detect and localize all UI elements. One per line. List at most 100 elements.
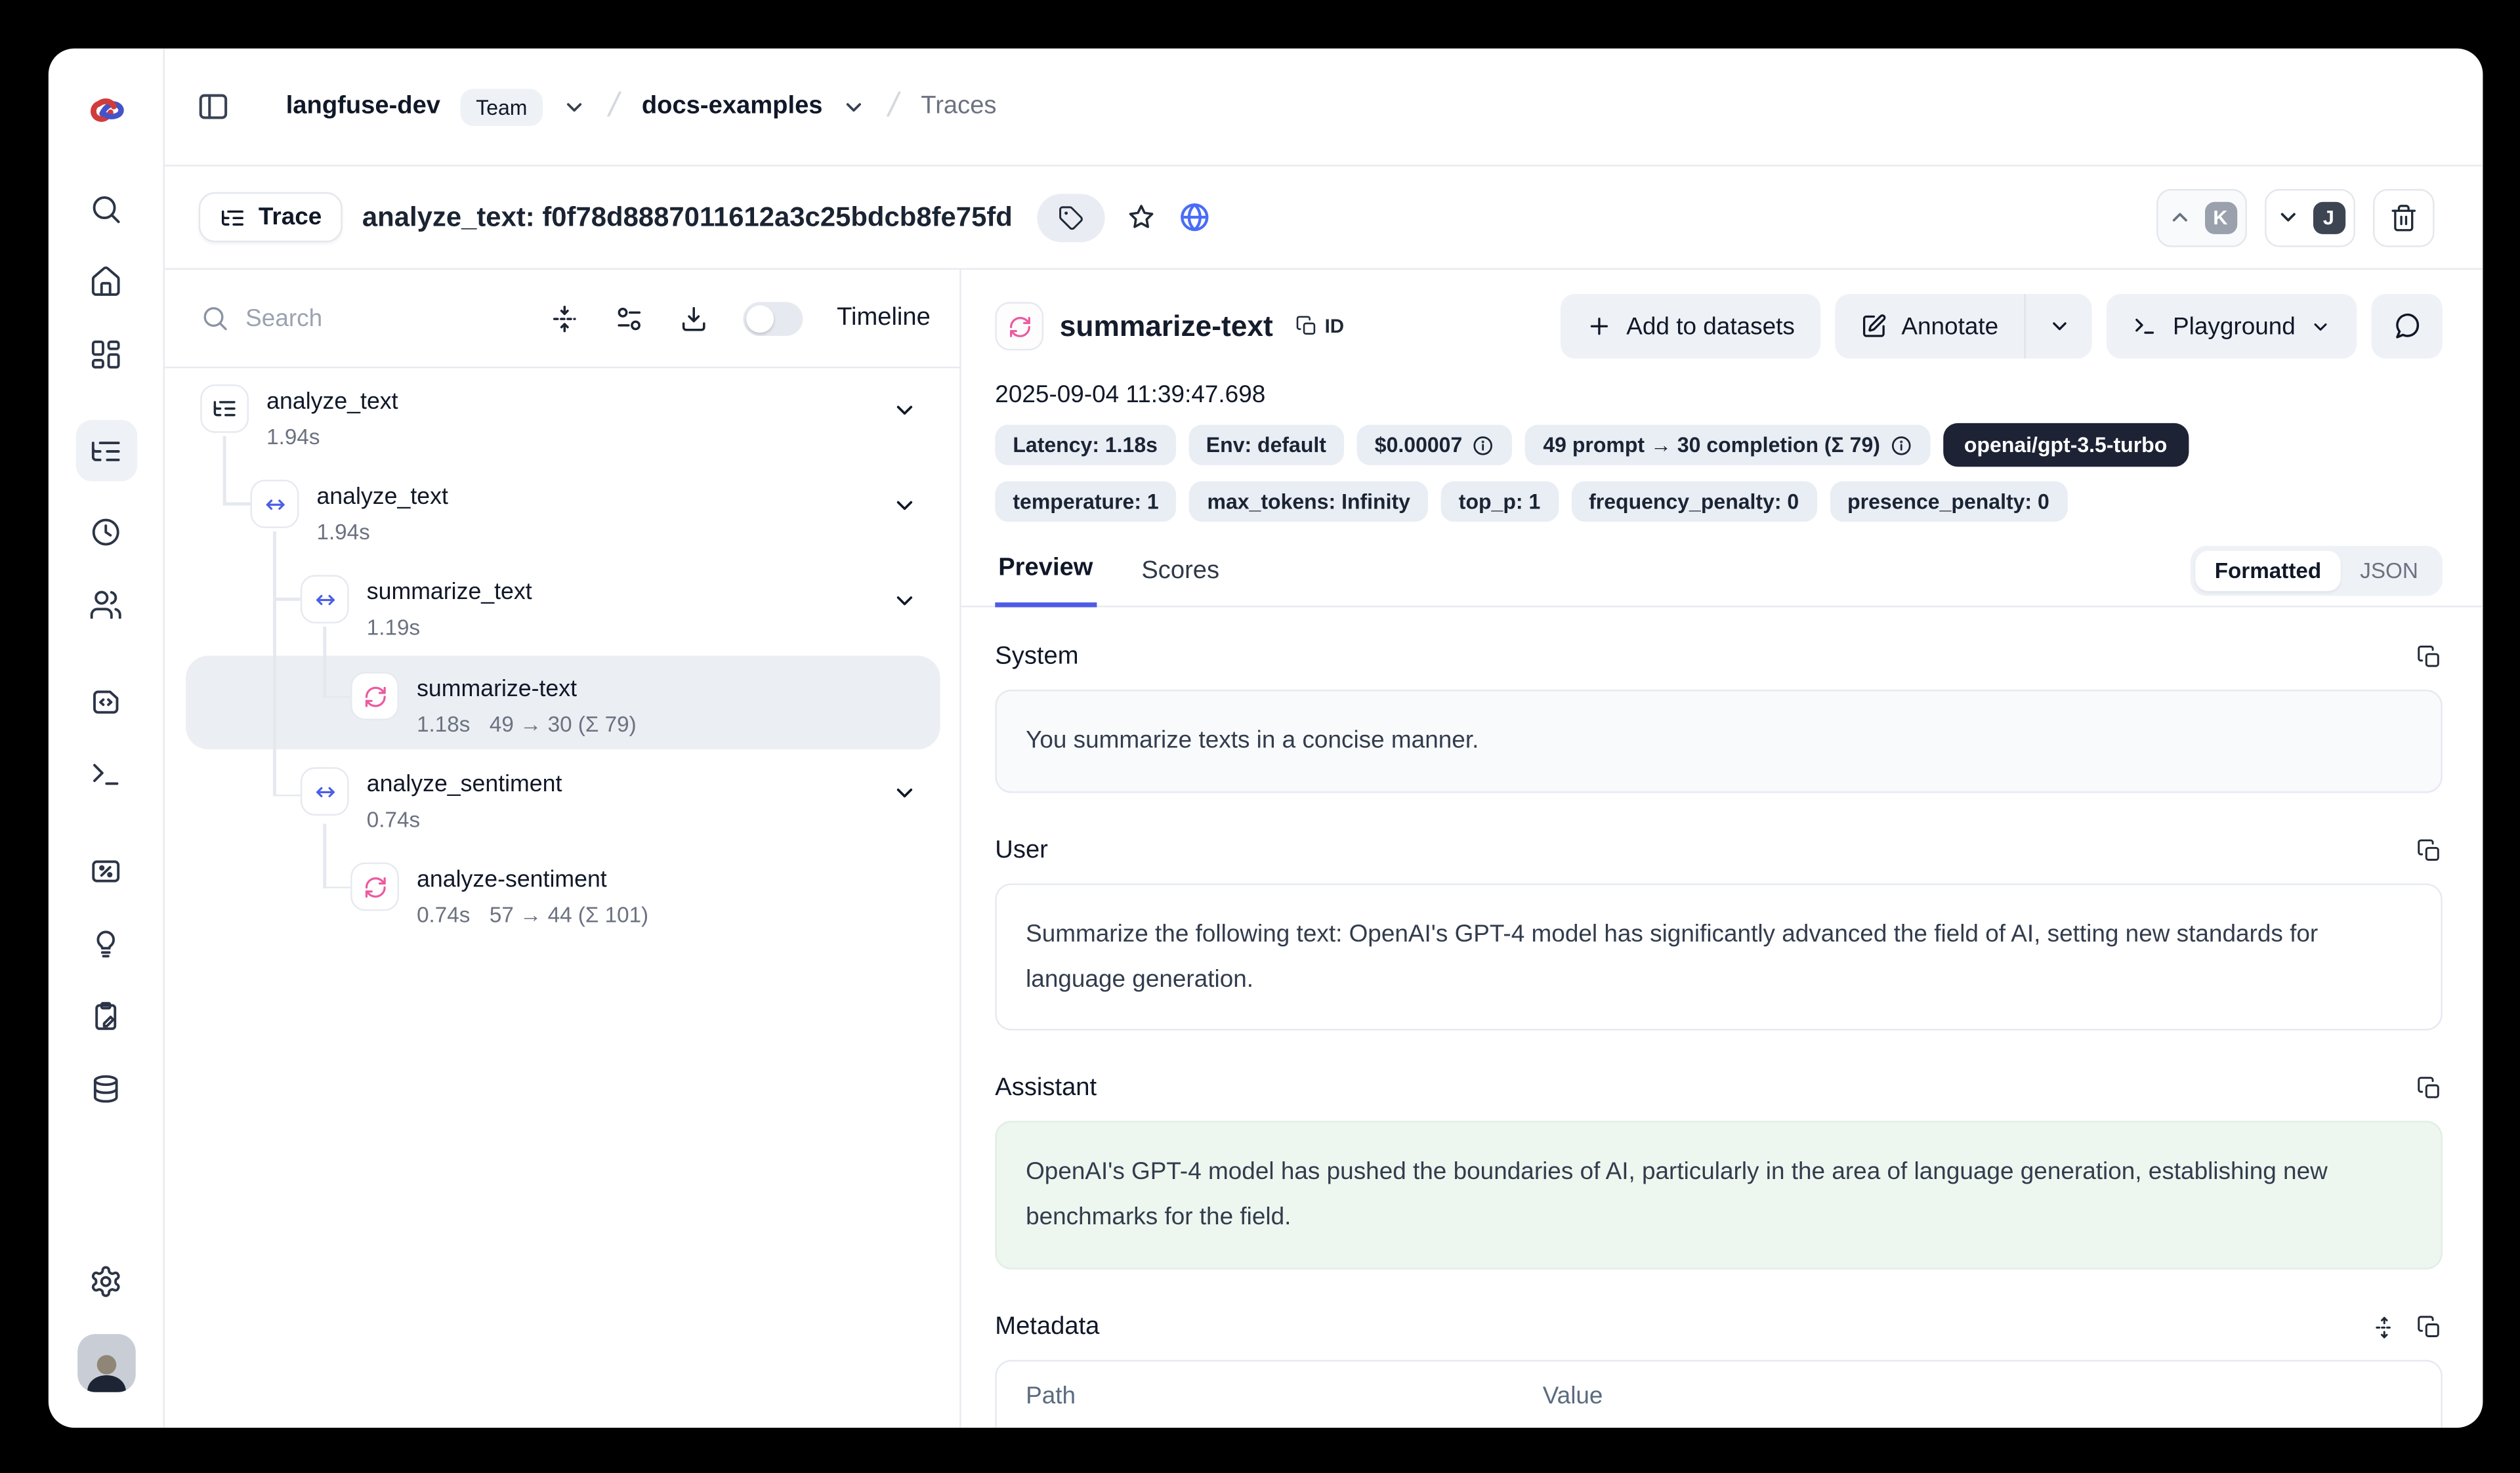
rail-tracing-icon[interactable]: [75, 420, 136, 482]
span-type-icon: [301, 575, 349, 623]
tree-node-summarize-text-generation[interactable]: summarize-text 1.18s49 → 30 (Σ 79): [350, 672, 637, 736]
latency-badge: Latency: 1.18s: [995, 425, 1175, 465]
add-to-datasets-button[interactable]: Add to datasets: [1560, 294, 1820, 358]
public-globe-icon[interactable]: [1177, 200, 1211, 234]
node-label: analyze_sentiment: [367, 772, 562, 798]
rail-users-icon[interactable]: [89, 588, 123, 622]
tab-preview[interactable]: Preview: [995, 545, 1096, 608]
annotate-button[interactable]: Annotate: [1835, 294, 2024, 358]
node-label: summarize-text: [417, 676, 577, 702]
span-type-icon: [301, 767, 349, 816]
app-window: langfuse-dev Team / docs-examples / Trac…: [49, 49, 2483, 1428]
search-input[interactable]: [245, 304, 488, 332]
node-chevron-down-icon[interactable]: [892, 780, 917, 806]
org-name[interactable]: langfuse-dev: [286, 92, 440, 121]
format-formatted-option[interactable]: Formatted: [2195, 550, 2341, 591]
rail-prompts-icon[interactable]: [89, 685, 123, 719]
timeline-toggle[interactable]: [743, 301, 803, 335]
rail-search-icon[interactable]: [89, 192, 123, 226]
bookmark-star-icon[interactable]: [1125, 202, 1156, 233]
format-json-option[interactable]: JSON: [2341, 550, 2438, 591]
add-to-datasets-label: Add to datasets: [1626, 312, 1795, 340]
sidebar-toggle-icon[interactable]: [196, 89, 231, 124]
user-avatar[interactable]: [77, 1334, 135, 1392]
cost-badge[interactable]: $0.00007: [1357, 425, 1513, 465]
generation-type-icon: [350, 672, 399, 720]
download-icon[interactable]: [679, 303, 709, 334]
langfuse-logo-icon: [85, 92, 127, 134]
param-badge: temperature: 1: [995, 482, 1176, 522]
copy-id-button[interactable]: ID: [1295, 315, 1344, 337]
metadata-section-label: Metadata: [995, 1313, 1099, 1342]
next-observation-button[interactable]: J: [2265, 188, 2355, 247]
tokens-badge[interactable]: 49 prompt → 30 completion (Σ 79): [1525, 425, 1930, 465]
rail-annotation-icon[interactable]: [89, 1000, 123, 1034]
observation-badges-row: Latency: 1.18s Env: default $0.00007 49 …: [961, 409, 2483, 467]
node-label: summarize_text: [367, 580, 532, 606]
tree-node-analyze-sentiment-span[interactable]: analyze_sentiment 0.74s: [301, 767, 562, 831]
user-message-box: Summarize the following text: OpenAI's G…: [995, 883, 2443, 1031]
copy-icon[interactable]: [2416, 644, 2442, 670]
tree-node-analyze-sentiment-generation[interactable]: analyze-sentiment 0.74s57 → 44 (Σ 101): [350, 862, 648, 926]
rail-insights-icon[interactable]: [89, 927, 123, 961]
rail-sessions-icon[interactable]: [89, 515, 123, 549]
node-duration: 0.74s: [367, 808, 420, 832]
comment-button[interactable]: [2372, 294, 2443, 358]
observation-detail-panel: summarize-text ID Add to datasets: [961, 270, 2483, 1428]
copy-icon[interactable]: [2416, 1314, 2442, 1340]
node-tokens: 57 → 44 (Σ 101): [490, 903, 648, 927]
view-settings-icon[interactable]: [614, 303, 644, 334]
playground-button[interactable]: Playground: [2107, 294, 2357, 358]
node-chevron-down-icon[interactable]: [892, 588, 917, 613]
org-chevron-down-icon[interactable]: [563, 94, 587, 119]
tree-node-summarize-text-span[interactable]: summarize_text 1.19s: [301, 575, 532, 639]
tree-node-analyze-text-root[interactable]: analyze_text 1.94s: [200, 384, 398, 449]
trace-type-button[interactable]: Trace: [199, 192, 343, 242]
node-label: analyze_text: [266, 389, 398, 415]
rail-settings-icon[interactable]: [89, 1264, 123, 1298]
id-label: ID: [1325, 315, 1345, 337]
breadcrumb-bar: langfuse-dev Team / docs-examples / Trac…: [165, 49, 2483, 167]
collapse-all-icon[interactable]: [549, 303, 580, 334]
section-name[interactable]: Traces: [921, 92, 996, 121]
trace-header-row: Trace analyze_text: f0f78d8887011612a3c2…: [165, 167, 2483, 270]
rail-home-icon[interactable]: [89, 265, 123, 299]
node-chevron-down-icon[interactable]: [892, 493, 917, 518]
next-key-hint: J: [2313, 201, 2345, 233]
copy-icon[interactable]: [2416, 1076, 2442, 1102]
annotate-label: Annotate: [1901, 312, 1998, 340]
tree-node-analyze-text-span[interactable]: analyze_text 1.94s: [251, 480, 448, 544]
observation-timestamp: 2025-09-04 11:39:47.698: [961, 358, 2483, 408]
tag-icon[interactable]: [1037, 193, 1104, 241]
project-chevron-down-icon[interactable]: [842, 94, 866, 119]
param-badge: max_tokens: Infinity: [1189, 482, 1428, 522]
copy-icon[interactable]: [2416, 838, 2442, 863]
icon-rail: [49, 49, 165, 1428]
tree-connector: [273, 598, 301, 600]
tab-scores[interactable]: Scores: [1138, 547, 1223, 606]
rail-datasets-icon[interactable]: [89, 1072, 123, 1106]
trace-title: analyze_text: f0f78d8887011612a3c25bdcb8…: [362, 201, 1013, 233]
breadcrumb: langfuse-dev Team / docs-examples / Trac…: [286, 87, 997, 126]
tokens-value: 49 prompt → 30 completion (Σ 79): [1543, 433, 1880, 457]
delete-trace-button[interactable]: [2373, 188, 2435, 247]
tree-connector: [223, 503, 251, 505]
rail-playground-icon[interactable]: [89, 757, 123, 791]
prev-observation-button[interactable]: K: [2156, 188, 2247, 247]
tree-connector: [273, 531, 276, 797]
env-badge: Env: default: [1188, 425, 1344, 465]
trace-badge-label: Trace: [259, 203, 322, 231]
rail-evaluation-icon[interactable]: [89, 854, 123, 888]
metadata-col-value: Value: [1543, 1382, 1603, 1409]
preview-content: System You summarize texts in a concise …: [961, 608, 2483, 1428]
rail-dashboard-icon[interactable]: [89, 337, 123, 371]
node-duration: 0.74s: [417, 903, 470, 927]
node-duration: 1.19s: [367, 615, 420, 640]
project-name[interactable]: docs-examples: [642, 92, 823, 121]
model-badge[interactable]: openai/gpt-3.5-turbo: [1943, 423, 2188, 467]
annotate-dropdown-chevron-icon[interactable]: [2025, 294, 2092, 358]
assistant-message-box: OpenAI's GPT-4 model has pushed the boun…: [995, 1121, 2443, 1269]
node-tokens: 49 → 30 (Σ 79): [490, 713, 637, 737]
node-chevron-down-icon[interactable]: [892, 398, 917, 423]
expand-rows-icon[interactable]: [2372, 1314, 2397, 1340]
